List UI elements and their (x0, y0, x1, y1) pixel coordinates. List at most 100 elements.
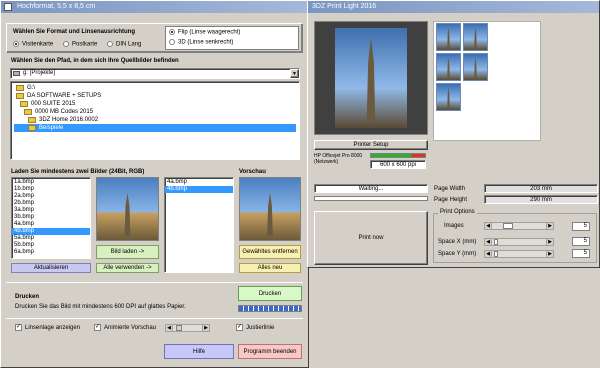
format-option-din-lang[interactable]: DIN Lang (107, 41, 141, 48)
tree-item-suite-2015[interactable]: 000 SUITE 2015 (14, 100, 296, 108)
arrow-left-icon[interactable]: ◀ (485, 223, 492, 229)
tree-item-3dz-home[interactable]: 3DZ Home 2016.0002 (14, 116, 296, 124)
right-window-titlebar[interactable]: 3DZ Print Light 2016 (308, 1, 599, 13)
chevron-down-icon[interactable]: ▼ (290, 69, 299, 78)
list-item[interactable]: 4a.bmp (165, 179, 233, 186)
print-button[interactable]: Drucken (238, 286, 302, 301)
images-label: Images (444, 223, 464, 229)
page-width-label: Page Width (434, 186, 466, 192)
space-x-label: Space X (mm) (438, 239, 477, 245)
lens-option-3d[interactable]: 3D (Linse senkrecht) (169, 39, 233, 46)
thumbnail (436, 23, 461, 51)
preview-heading: Vorschau (239, 169, 266, 175)
load-heading: Laden Sie mindestens zwei Bilder (24Bit,… (11, 169, 145, 175)
slider-thumb[interactable] (494, 251, 498, 257)
page-height-value: 290 mm (484, 195, 598, 204)
list-item[interactable]: 1b.bmp (12, 186, 90, 193)
use-all-button[interactable]: Alle verwenden -> (96, 263, 159, 273)
arrow-left-icon[interactable]: ◀ (485, 251, 492, 257)
lens-option-flip[interactable]: Flip (Linse waagerecht) (169, 29, 240, 36)
lens-position-checkbox[interactable]: ✓ Linsenlage anzeigen (15, 324, 80, 331)
checkmark-icon: ✓ (15, 324, 22, 331)
arrow-left-icon[interactable]: ◀ (166, 325, 173, 331)
tower-shape (447, 87, 450, 109)
divider (6, 318, 303, 319)
list-item-selected[interactable]: 4b.bmp (165, 186, 233, 193)
list-item-selected[interactable]: 4b.bmp (12, 228, 90, 235)
thumbnail (463, 23, 488, 51)
selected-file-list[interactable]: 4a.bmp 4b.bmp (164, 177, 234, 273)
refresh-button[interactable]: Aktualisieren (11, 263, 91, 273)
radio-off-icon (107, 41, 113, 47)
print-now-button[interactable]: Print now (314, 211, 428, 265)
arrow-right-icon[interactable]: ▶ (546, 251, 553, 257)
print-options-heading: Print Options (438, 209, 477, 215)
animated-preview-checkbox[interactable]: ✓ Animierte Vorschau (94, 324, 156, 331)
list-item[interactable]: 6a.bmp (12, 249, 90, 256)
remove-selected-button[interactable]: Gewähltes entfernen (239, 245, 301, 259)
tower-shape (474, 57, 477, 79)
radio-on-icon (169, 29, 175, 35)
arrow-left-icon[interactable]: ◀ (485, 239, 492, 245)
alignment-line-checkbox[interactable]: ✓ Justierlinie (236, 324, 274, 331)
page-width-value: 203 mm (484, 184, 598, 193)
folder-icon (24, 109, 32, 115)
images-value: 5 (572, 222, 590, 231)
status-field: Waiting... (314, 184, 428, 193)
images-slider[interactable]: ◀ ▶ (484, 222, 554, 230)
slider-thumb[interactable] (503, 223, 513, 229)
drive-icon (13, 71, 20, 76)
space-y-label: Space Y (mm) (438, 251, 477, 257)
tree-item-beispiele[interactable]: Beispiele (14, 124, 296, 132)
list-item[interactable]: 1a.bmp (12, 179, 90, 186)
print-preview-image (335, 28, 407, 128)
folder-tree[interactable]: G:\ DA SOFTWARE + SETUPS 000 SUITE 2015 … (10, 81, 300, 160)
slider-thumb[interactable] (494, 239, 498, 245)
right-window: 3DZ Print Light 2016 Printer Setup HP Of… (307, 0, 600, 268)
folder-icon (28, 117, 36, 123)
thumbnail (463, 53, 488, 81)
space-x-slider[interactable]: ◀ ▶ (484, 238, 554, 246)
thumbnail (436, 83, 461, 111)
arrow-right-icon[interactable]: ▶ (546, 239, 553, 245)
exit-button[interactable]: Programm beenden (238, 344, 302, 359)
space-y-slider[interactable]: ◀ ▶ (484, 250, 554, 258)
animation-speed-slider[interactable]: ◀ ▶ (165, 324, 210, 332)
tree-item-root[interactable]: G:\ (14, 84, 296, 92)
folder-open-icon (28, 125, 36, 131)
arrow-right-icon[interactable]: ▶ (202, 325, 209, 331)
new-all-button[interactable]: Alles neu (239, 263, 301, 273)
list-item[interactable]: 2b.bmp (12, 200, 90, 207)
format-option-visitenkarte[interactable]: Visitenkarte (13, 41, 53, 48)
printer-name: HP Officejet Pro 8000 (Netzwerk) (314, 153, 363, 165)
list-item[interactable]: 5b.bmp (12, 242, 90, 249)
list-item[interactable]: 4a.bmp (12, 221, 90, 228)
folder-icon (16, 85, 24, 91)
source-file-list[interactable]: 1a.bmp 1b.bmp 2a.bmp 2b.bmp 3a.bmp 3b.bm… (11, 177, 91, 259)
print-preview-pane (314, 21, 428, 135)
radio-off-icon (63, 41, 69, 47)
help-button[interactable]: Hilfe (164, 344, 234, 359)
tower-shape (474, 27, 477, 49)
drive-select[interactable]: g: [Projekte] ▼ (10, 68, 300, 79)
list-item[interactable]: 3b.bmp (12, 214, 90, 221)
ink-level-bar (370, 153, 426, 158)
left-window-titlebar[interactable]: Hochformat, 5,5 x 8,5 cm (1, 1, 308, 13)
format-option-postkarte[interactable]: Postkarte (63, 41, 97, 48)
list-item[interactable]: 5a.bmp (12, 235, 90, 242)
load-image-button[interactable]: Bild laden -> (96, 245, 159, 259)
tree-item-mb-codes[interactable]: 0000 MB Codes 2015 (14, 108, 296, 116)
right-window-title: 3DZ Print Light 2016 (312, 3, 377, 10)
arrow-right-icon[interactable]: ▶ (546, 223, 553, 229)
list-item[interactable]: 2a.bmp (12, 193, 90, 200)
tree-item-da-software[interactable]: DA SOFTWARE + SETUPS (14, 92, 296, 100)
divider (6, 282, 303, 283)
slider-thumb[interactable] (176, 325, 182, 331)
folder-icon (16, 93, 24, 99)
printer-setup-button[interactable]: Printer Setup (314, 140, 428, 150)
list-item[interactable]: 3a.bmp (12, 207, 90, 214)
left-window-title: Hochformat, 5,5 x 8,5 cm (17, 3, 96, 10)
print-heading: Drucken (15, 294, 40, 300)
checkmark-icon: ✓ (94, 324, 101, 331)
tower-shape (124, 192, 131, 237)
